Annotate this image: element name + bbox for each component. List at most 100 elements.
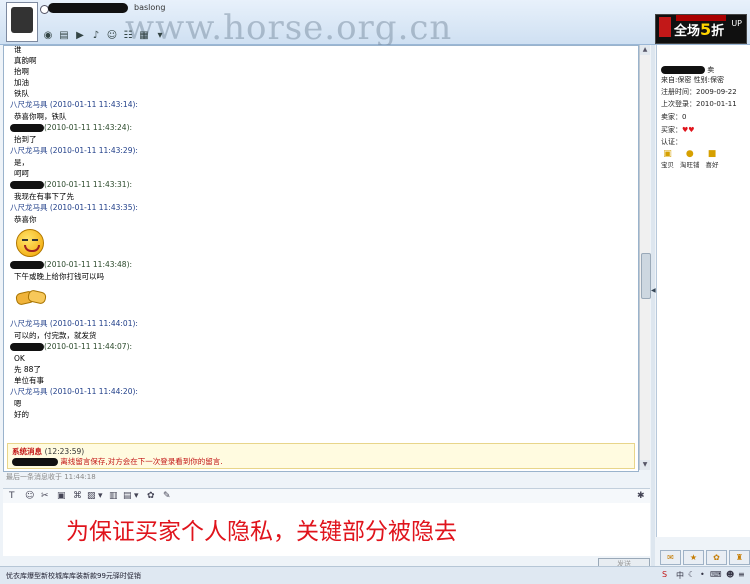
photo-dropdown-icon[interactable]: ▾ — [98, 490, 103, 502]
message-header: (2010-01-11 11:43:31): — [10, 179, 632, 191]
chat-toolbar: ◉ ▤ ▶ ♪ ☺ ☷ ▦ ▾ — [42, 30, 166, 41]
redacted-name — [10, 124, 44, 132]
seller-links: ▣ 宝贝 ● 淘旺铺 ■ 喜好 — [661, 149, 719, 169]
message-line: 恭喜你啊，铁队 — [14, 112, 67, 121]
ad-text: 全场5折 — [674, 20, 725, 39]
redacted-name — [10, 343, 44, 351]
seller-reg-time: 注册时间：2009-09-22 — [661, 88, 737, 96]
ime-punct-icon[interactable]: • — [700, 570, 705, 579]
scroll-up-icon[interactable]: ▲ — [640, 45, 650, 55]
folder-icon: ■ — [707, 149, 717, 159]
settings-icon[interactable]: ✱ — [637, 490, 645, 502]
quick-reply-icon[interactable]: ▤ — [123, 490, 132, 502]
system-message: 系统消息 (12:23:59) 离线留言保存,对方会在下一次登录看到你的留言. — [7, 443, 635, 469]
chat-message: 谁真韵啊 抬啊 加油 铁队 — [10, 45, 632, 99]
ime-lang[interactable]: 中 — [676, 570, 684, 581]
ad-badge — [659, 17, 671, 37]
shop-bubble-icon: ● — [685, 149, 694, 159]
pane-splitter[interactable]: ◀ — [651, 45, 656, 566]
message-line: 我现在有事下了先 — [14, 192, 74, 201]
font-icon[interactable]: T — [9, 490, 15, 502]
contact-name-redacted — [48, 3, 128, 13]
system-message-time: (12:23:59) — [44, 447, 85, 456]
ad-banner[interactable]: 全场5折 UP — [655, 14, 747, 44]
history-icon[interactable]: ☷ — [122, 30, 134, 41]
ime-logo-icon[interactable]: S — [662, 570, 667, 579]
certification: 认证： — [661, 138, 682, 146]
collapse-arrow-icon[interactable]: ◀ — [651, 287, 656, 294]
tab-gift-icon[interactable]: ✿ — [706, 550, 727, 565]
group-icon[interactable]: ☺ — [106, 30, 118, 41]
gift-icon[interactable]: ✿ — [147, 490, 155, 502]
ad-up-badge: UP — [731, 19, 742, 28]
message-line: 单位有事 — [14, 376, 44, 385]
seller-last-login: 上次登录：2010-01-11 — [661, 100, 737, 108]
message-header: 八尺龙马具 (2010-01-11 11:44:01): — [10, 319, 138, 328]
seller-name-redacted — [661, 66, 705, 74]
compose-toolbar: T ☺ ✂ ▣ ⌘ ▨ ▾ ▥ ▤ ▾ ✿ ✎ ✱ — [3, 488, 650, 504]
screenshot-icon[interactable]: ✂ — [41, 490, 49, 502]
message-header: (2010-01-11 11:44:07): — [10, 341, 632, 353]
photo-icon[interactable]: ▨ — [87, 490, 96, 502]
item-icon[interactable]: ▥ — [109, 490, 118, 502]
watermark: www.horse.org.cn — [125, 8, 453, 48]
status-ad-link[interactable]: 忧衣库爆型新校城库库装新款99元驿时促销 — [6, 571, 141, 581]
message-line: 加油 — [14, 78, 29, 87]
chat-message: 八尺龙马具 (2010-01-11 11:44:20): 嗯好的 — [10, 386, 632, 420]
message-line: 先 88了 — [14, 365, 41, 374]
seller-link-shop[interactable]: ● 淘旺铺 — [680, 149, 700, 169]
message-line: 抬到了 — [14, 135, 37, 144]
title-bar: baslong www.horse.org.cn ◉ ▤ ▶ ♪ ☺ ☷ ▦ ▾… — [0, 0, 750, 48]
scroll-down-icon[interactable]: ▼ — [640, 460, 650, 470]
last-message-time: 最后一条消息收于 11:44:18 — [6, 473, 96, 481]
more-icon[interactable]: ▾ — [154, 30, 166, 41]
chat-message: (2010-01-11 11:43:24): 抬到了 — [10, 122, 632, 145]
link-icon[interactable]: ⌘ — [73, 490, 82, 502]
file-transfer-icon[interactable]: ▤ — [58, 30, 70, 41]
message-line: 可以的，付完款，就发货 — [14, 331, 97, 340]
ime-user-icon[interactable]: ☻ — [726, 570, 734, 579]
ime-moon-icon[interactable]: ☾ — [688, 570, 695, 579]
tab-chat-icon[interactable]: ✉ — [660, 550, 681, 565]
voice-icon[interactable]: ♪ — [90, 30, 102, 41]
brush-icon[interactable]: ✎ — [163, 490, 171, 502]
side-tabs: ✉ ★ ✿ ♜ — [660, 550, 750, 565]
status-bar: 忧衣库爆型新校城库库装新款99元驿时促销 — [0, 566, 660, 584]
message-header: 八尺龙马具 (2010-01-11 11:43:35): — [10, 203, 138, 212]
message-line: 真韵啊 — [14, 56, 37, 65]
message-header: 八尺龙马具 (2010-01-11 11:43:29): — [10, 146, 138, 155]
tab-star-icon[interactable]: ★ — [683, 550, 704, 565]
seller-location: 来自:保密 性别:保密 — [661, 76, 724, 84]
shop-icon[interactable]: ▦ — [138, 30, 150, 41]
input-tray: S 中 ☾ • ⌨ ☻ ≡ — [660, 566, 750, 584]
chat-message: 八尺龙马具 (2010-01-11 11:43:29): 是， 呵呵 — [10, 145, 632, 179]
quick-reply-dropdown-icon[interactable]: ▾ — [134, 490, 139, 502]
video-icon[interactable]: ▶ — [74, 30, 86, 41]
chat-message: (2010-01-11 11:43:31): 我现在有事下了先 — [10, 179, 632, 202]
handshake-emoji — [16, 288, 44, 314]
ime-menu-icon[interactable]: ≡ — [738, 570, 745, 579]
history-scrollbar[interactable]: ▲ ▼ — [639, 45, 651, 470]
emoticon-icon[interactable]: ☺ — [25, 490, 34, 502]
heart-icon: ♥♥ — [682, 126, 695, 134]
message-line: 是， — [14, 158, 29, 167]
tab-shirt-icon[interactable]: ♜ — [729, 550, 750, 565]
buyer-rating: 买家：♥♥ — [661, 126, 695, 134]
message-line: 恭喜你 — [14, 215, 37, 224]
scroll-thumb[interactable] — [641, 253, 651, 299]
seller-link-likes[interactable]: ■ 喜好 — [706, 149, 719, 169]
chat-message: 八尺龙马具 (2010-01-11 11:44:01): 可以的，付完款，就发货 — [10, 318, 632, 341]
seller-name-row: 卖 — [661, 65, 714, 75]
image-icon[interactable]: ▣ — [57, 490, 66, 502]
message-header: 八尺龙马具 (2010-01-11 11:43:14): — [10, 100, 138, 109]
seller-link-items[interactable]: ▣ 宝贝 — [661, 149, 674, 169]
contact-avatar[interactable] — [6, 2, 38, 42]
system-message-title: 系统消息 — [12, 447, 42, 456]
message-line: OK — [14, 354, 25, 363]
message-line: 嗯 — [14, 399, 22, 408]
message-header: 八尺龙马具 (2010-01-11 11:44:20): — [10, 387, 138, 396]
user-info-icon[interactable]: ◉ — [42, 30, 54, 41]
ime-keyboard-icon[interactable]: ⌨ — [710, 570, 722, 579]
message-line: 抬啊 — [14, 67, 29, 76]
message-line: 谁 — [14, 45, 22, 54]
